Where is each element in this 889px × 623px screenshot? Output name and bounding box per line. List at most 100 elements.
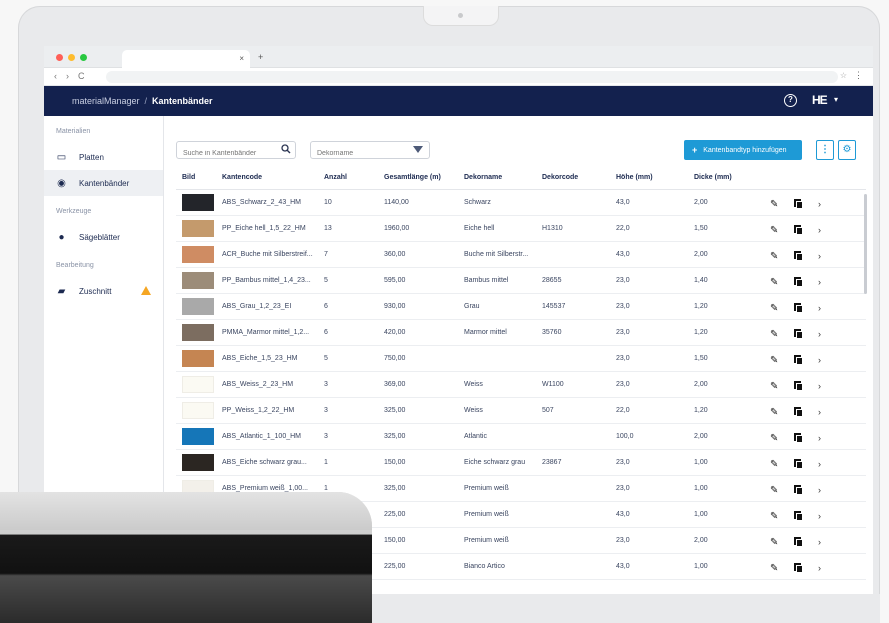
minimize-window-icon[interactable] — [68, 54, 75, 61]
chevron-right-icon[interactable]: › — [818, 225, 821, 235]
table-row[interactable]: ABS_Schwarz_2_43_HM 10 1140,00 Schwarz 43,0 2… — [176, 190, 866, 216]
chevron-right-icon[interactable]: › — [818, 329, 821, 339]
chevron-right-icon[interactable]: › — [818, 355, 821, 365]
edit-icon[interactable]: ✎ — [770, 485, 778, 496]
cell-kantencode: ABS_Eiche_1,5_23_HM — [222, 355, 298, 362]
copy-icon[interactable] — [794, 251, 803, 261]
header-kantencode[interactable]: Kantencode — [222, 174, 262, 181]
header-hoehe[interactable]: Höhe (mm) — [616, 174, 653, 181]
forward-icon[interactable]: › — [66, 71, 69, 81]
header-dicke[interactable]: Dicke (mm) — [694, 174, 732, 181]
cell-anzahl: 3 — [324, 381, 328, 388]
edit-icon[interactable]: ✎ — [770, 433, 778, 444]
copy-icon[interactable] — [794, 537, 803, 547]
bookmark-star-icon[interactable]: ☆ — [840, 71, 847, 80]
edit-icon[interactable]: ✎ — [770, 511, 778, 522]
header-dekorname[interactable]: Dekorname — [464, 174, 502, 181]
sidebar-item-panel[interactable]: ▭ Platten — [44, 144, 163, 170]
breadcrumb-root[interactable]: materialManager — [72, 96, 140, 106]
edit-icon[interactable]: ✎ — [770, 563, 778, 574]
brand-logo[interactable]: HE — [812, 93, 828, 107]
chevron-right-icon[interactable]: › — [818, 563, 821, 573]
copy-icon[interactable] — [794, 225, 803, 235]
reload-icon[interactable]: C — [78, 71, 85, 81]
edgeband-thumbnail — [182, 376, 214, 393]
maximize-window-icon[interactable] — [80, 54, 87, 61]
chevron-right-icon[interactable]: › — [818, 303, 821, 313]
table-row[interactable]: PP_Eiche hell_1,5_22_HM 13 1960,00 Eiche he… — [176, 216, 866, 242]
table-row[interactable]: PP_Bambus mittel_1,4_23... 5 595,00 Bambus … — [176, 268, 866, 294]
sidebar-item-cutting[interactable]: ▰ Zuschnitt — [44, 278, 163, 304]
chevron-right-icon[interactable]: › — [818, 277, 821, 287]
chevron-right-icon[interactable]: › — [818, 407, 821, 417]
chevron-right-icon[interactable]: › — [818, 381, 821, 391]
chevron-right-icon[interactable]: › — [818, 485, 821, 495]
edit-icon[interactable]: ✎ — [770, 355, 778, 366]
copy-icon[interactable] — [794, 485, 803, 495]
browser-tab[interactable]: × — [122, 50, 250, 68]
table-scrollbar[interactable] — [864, 194, 867, 294]
close-tab-icon[interactable]: × — [239, 54, 244, 63]
edit-icon[interactable]: ✎ — [770, 225, 778, 236]
chevron-right-icon[interactable]: › — [818, 459, 821, 469]
new-tab-button[interactable]: + — [258, 52, 263, 62]
header-anzahl[interactable]: Anzahl — [324, 174, 347, 181]
copy-icon[interactable] — [794, 303, 803, 313]
edit-icon[interactable]: ✎ — [770, 199, 778, 210]
chevron-right-icon[interactable]: › — [818, 251, 821, 261]
table-row[interactable]: PP_Weiss_1,2_22_HM 3 325,00 Weiss 507 22,0 1,2… — [176, 398, 866, 424]
cell-gesamtlaenge: 325,00 — [384, 407, 406, 414]
search-icon[interactable] — [281, 144, 291, 154]
copy-icon[interactable] — [794, 511, 803, 521]
filter-icon[interactable] — [413, 146, 423, 153]
sidebar-item-edgeband[interactable]: ◉ Kantenbänder — [44, 170, 163, 196]
header-dekorcode[interactable]: Dekorcode — [542, 174, 578, 181]
edit-icon[interactable]: ✎ — [770, 329, 778, 340]
column-options-button[interactable]: ⋮ — [816, 140, 834, 160]
chevron-right-icon[interactable]: › — [818, 511, 821, 521]
table-row[interactable]: ABS_Eiche_1,5_23_HM 5 750,00 23,0 1,50 ✎ › — [176, 346, 866, 372]
copy-icon[interactable] — [794, 459, 803, 469]
table-row[interactable]: ACR_Buche mit Silberstreif... 7 360,00 Buch… — [176, 242, 866, 268]
chevron-right-icon[interactable]: › — [818, 537, 821, 547]
edit-icon[interactable]: ✎ — [770, 303, 778, 314]
chevron-right-icon[interactable]: › — [818, 199, 821, 209]
back-icon[interactable]: ‹ — [54, 71, 57, 81]
header-bild[interactable]: Bild — [182, 174, 195, 181]
copy-icon[interactable] — [794, 199, 803, 209]
edit-icon[interactable]: ✎ — [770, 277, 778, 288]
edit-icon[interactable]: ✎ — [770, 537, 778, 548]
edit-icon[interactable]: ✎ — [770, 459, 778, 470]
copy-icon[interactable] — [794, 433, 803, 443]
copy-icon[interactable] — [794, 355, 803, 365]
search-input[interactable] — [177, 145, 273, 162]
edgeband-thumbnail — [182, 194, 214, 211]
cell-dicke: 1,00 — [694, 459, 708, 466]
close-window-icon[interactable] — [56, 54, 63, 61]
add-edgeband-type-button[interactable]: + Kantenbandtyp hinzufügen — [684, 140, 802, 160]
header-gesamtlaenge[interactable]: Gesamtlänge (m) — [384, 174, 441, 181]
dekor-filter-input[interactable] — [311, 145, 407, 162]
help-icon[interactable]: ? — [784, 94, 797, 107]
table-row[interactable]: ABS_Atlantic_1_100_HM 3 325,00 Atlantic 100,… — [176, 424, 866, 450]
table-row[interactable]: ABS_Weiss_2_23_HM 3 369,00 Weiss W1100 23,0 2,… — [176, 372, 866, 398]
sidebar-item-sawblade[interactable]: ● Sägeblätter — [44, 224, 163, 250]
copy-icon[interactable] — [794, 329, 803, 339]
table-row[interactable]: PMMA_Marmor mittel_1,2... 6 420,00 Marmor m… — [176, 320, 866, 346]
edit-icon[interactable]: ✎ — [770, 381, 778, 392]
cell-dicke: 1,50 — [694, 225, 708, 232]
copy-icon[interactable] — [794, 277, 803, 287]
chevron-down-icon[interactable]: ▾ — [834, 95, 838, 104]
copy-icon[interactable] — [794, 563, 803, 573]
cell-dekorname: Marmor mittel — [464, 329, 507, 336]
table-row[interactable]: ABS_Grau_1,2_23_EI 6 930,00 Grau 145537 23,0 1… — [176, 294, 866, 320]
edit-icon[interactable]: ✎ — [770, 407, 778, 418]
copy-icon[interactable] — [794, 407, 803, 417]
url-field[interactable] — [106, 71, 838, 83]
edit-icon[interactable]: ✎ — [770, 251, 778, 262]
chevron-right-icon[interactable]: › — [818, 433, 821, 443]
copy-icon[interactable] — [794, 381, 803, 391]
table-row[interactable]: ABS_Eiche schwarz grau... 1 150,00 Eiche sc… — [176, 450, 866, 476]
browser-menu-icon[interactable]: ⋮ — [854, 70, 863, 81]
settings-button[interactable]: ⚙ — [838, 140, 856, 160]
